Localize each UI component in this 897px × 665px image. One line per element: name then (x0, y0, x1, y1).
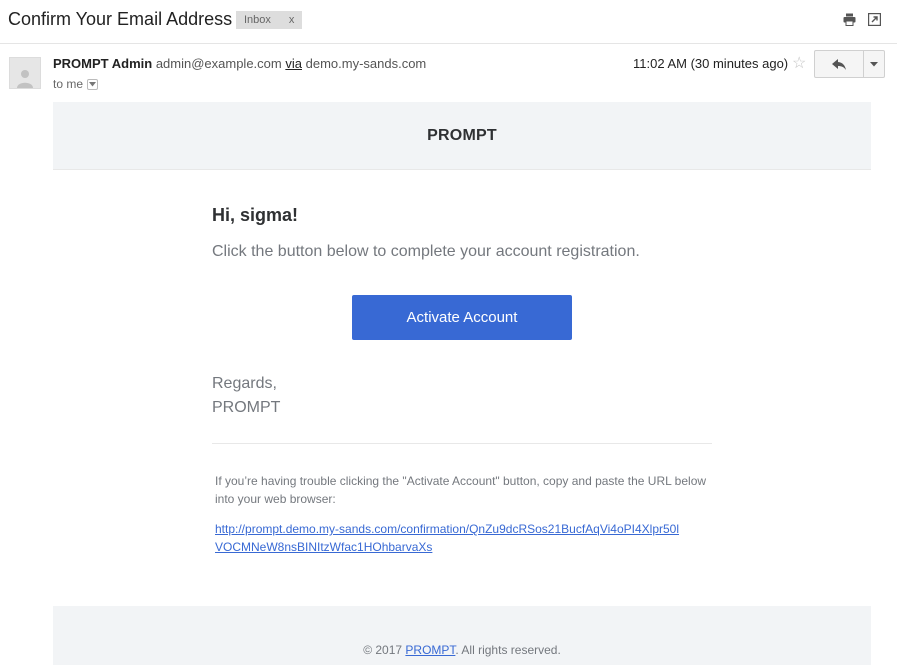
more-options-button[interactable] (864, 50, 885, 78)
sender-email: admin@example.com (155, 56, 282, 71)
copyright: © 2017 PROMPT. All rights reserved. (53, 643, 871, 657)
recipient-text: to me (53, 77, 84, 91)
sender-line: PROMPT Admin admin@example.com via demo.… (53, 56, 426, 71)
copyright-suffix: . All rights reserved. (455, 643, 561, 657)
open-in-new-window-icon[interactable] (868, 13, 881, 26)
footer-brand-link[interactable]: PROMPT (405, 643, 455, 657)
email-brand-header: PROMPT (53, 102, 871, 170)
confirmation-link[interactable]: http://prompt.demo.my-sands.com/confirma… (215, 520, 685, 556)
copyright-prefix: © 2017 (363, 643, 406, 657)
show-details-chevron-icon[interactable] (87, 78, 99, 90)
intro-text: Click the button below to complete your … (212, 243, 640, 260)
timestamp: 11:02 AM (30 minutes ago) (633, 56, 789, 71)
subject-bar: Confirm Your Email Address Inbox x (0, 0, 897, 44)
via-link[interactable]: via (285, 56, 302, 71)
email-content: Hi, sigma! Click the button below to com… (212, 205, 712, 260)
email-footer: © 2017 PROMPT. All rights reserved. (53, 606, 871, 665)
email-subject: Confirm Your Email Address (8, 9, 233, 29)
inbox-label-chip[interactable]: Inbox x (236, 11, 303, 29)
sender-name[interactable]: PROMPT Admin (53, 56, 152, 71)
trouble-text: If you’re having trouble clicking the "A… (215, 474, 707, 506)
greeting: Hi, sigma! (212, 205, 299, 225)
regards-text: Regards, (212, 375, 277, 392)
print-icon[interactable] (843, 13, 856, 26)
remove-label-button[interactable]: x (289, 14, 295, 26)
signoff: Regards, PROMPT (212, 372, 280, 420)
star-icon[interactable]: ☆ (792, 53, 806, 73)
reply-button-group (814, 50, 885, 78)
label-text: Inbox (244, 14, 271, 26)
reply-button[interactable] (814, 50, 864, 78)
top-toolbar (843, 13, 881, 26)
activate-account-button[interactable]: Activate Account (352, 295, 572, 340)
sender-avatar[interactable] (9, 57, 41, 89)
recipient-line: to me (53, 77, 99, 91)
signature-text: PROMPT (212, 399, 281, 416)
brand-name: PROMPT (427, 126, 497, 144)
via-domain: demo.my-sands.com (305, 56, 427, 71)
reply-icon (832, 58, 846, 70)
divider (212, 443, 712, 444)
chevron-down-icon (870, 61, 878, 66)
